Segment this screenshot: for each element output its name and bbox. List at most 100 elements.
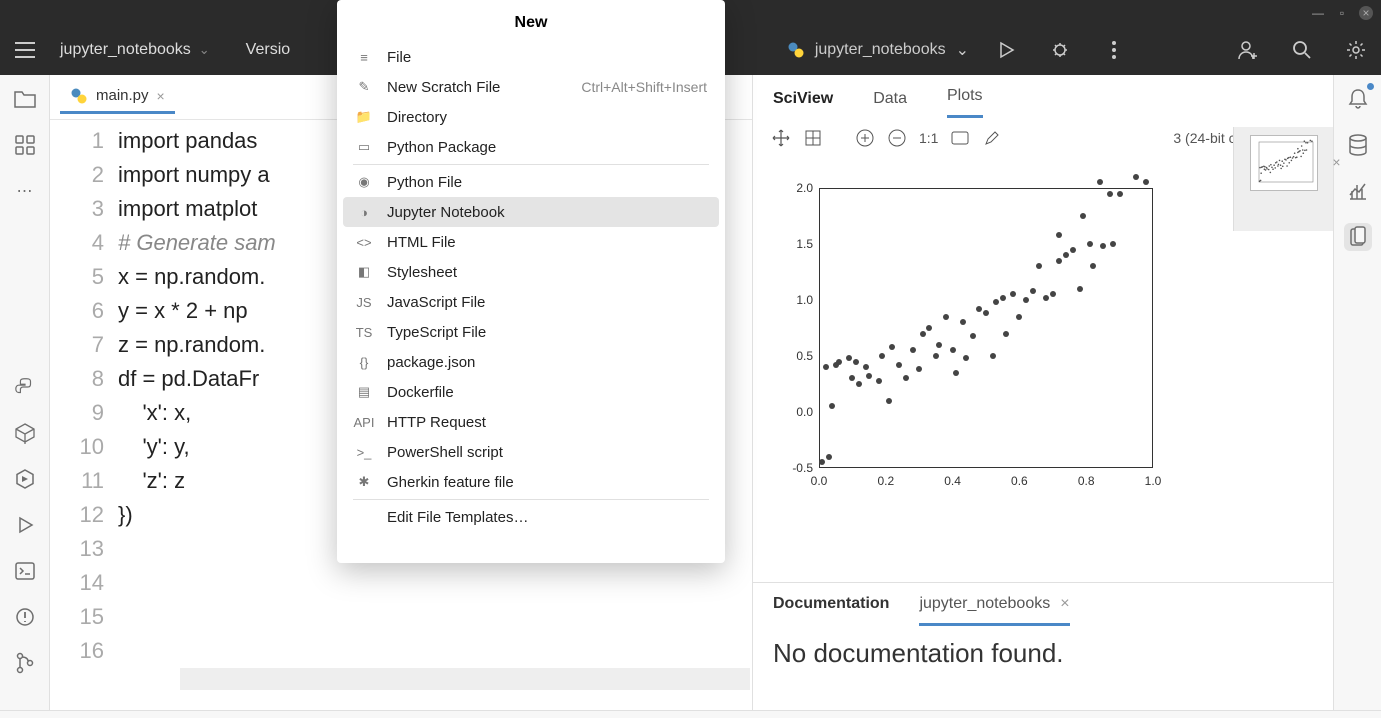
gutter: 12345678910111213141516 <box>50 120 118 710</box>
item-label: TypeScript File <box>387 324 486 341</box>
search-icon[interactable] <box>1285 33 1319 67</box>
structure-icon[interactable] <box>11 131 39 159</box>
item-label: New Scratch File <box>387 79 500 96</box>
fit-icon[interactable] <box>950 128 970 148</box>
minimize-icon[interactable]: — <box>1311 6 1325 20</box>
chart-icon[interactable] <box>1344 177 1372 205</box>
new-item-stylesheet[interactable]: ◧ Stylesheet <box>337 257 725 287</box>
ts-icon: TS <box>355 323 373 341</box>
item-label: Python File <box>387 174 462 191</box>
gherkin-icon: ✱ <box>355 473 373 491</box>
database-icon[interactable] <box>1344 131 1372 159</box>
new-item-powershell-script[interactable]: >_ PowerShell script <box>337 437 725 467</box>
close-icon[interactable]: × <box>1359 6 1373 20</box>
close-icon[interactable]: × <box>157 88 165 104</box>
run-icon[interactable] <box>989 33 1023 67</box>
item-label: Python Package <box>387 139 496 156</box>
play-icon[interactable] <box>11 511 39 539</box>
js-icon: JS <box>355 293 373 311</box>
notifications-icon[interactable] <box>1344 85 1372 113</box>
chevron-down-icon: ⌄ <box>956 40 969 60</box>
new-item-python-package[interactable]: ▭ Python Package <box>337 132 725 162</box>
folder-icon[interactable] <box>11 85 39 113</box>
item-label: Stylesheet <box>387 264 457 281</box>
popup-title: New <box>337 0 725 42</box>
edit-icon[interactable] <box>982 128 1002 148</box>
hamburger-icon[interactable] <box>8 33 42 67</box>
tab-main-py[interactable]: main.py × <box>60 81 175 114</box>
new-item-package-json[interactable]: {} package.json <box>337 347 725 377</box>
debug-icon[interactable] <box>1043 33 1077 67</box>
run-config[interactable]: jupyter_notebooks ⌄ <box>787 40 969 60</box>
item-label: HTTP Request <box>387 414 486 431</box>
python-icon: ◉ <box>355 173 373 191</box>
zoom-in-icon[interactable] <box>855 128 875 148</box>
item-label: Dockerfile <box>387 384 454 401</box>
new-item-typescript-file[interactable]: TS TypeScript File <box>337 317 725 347</box>
python-console-icon[interactable] <box>11 373 39 401</box>
new-item-http-request[interactable]: APIHTTP Request <box>337 407 725 437</box>
left-tool-rail: ⋯ <box>0 75 50 710</box>
html-icon: <> <box>355 233 373 251</box>
popup-list: ≡File✎New Scratch FileCtrl+Alt+Shift+Ins… <box>337 42 725 532</box>
chevron-down-icon: ⌄ <box>199 42 210 58</box>
new-item-jupyter-notebook[interactable]: ◑Jupyter Notebook <box>343 197 719 227</box>
tab-doc-project-label: jupyter_notebooks <box>919 595 1050 613</box>
tab-documentation[interactable]: Documentation <box>773 595 889 626</box>
package-icon: ▭ <box>355 138 373 156</box>
new-item-new-scratch-file[interactable]: ✎New Scratch FileCtrl+Alt+Shift+Insert <box>337 72 725 102</box>
status-bar <box>0 710 1381 718</box>
terminal-icon[interactable] <box>11 557 39 585</box>
git-icon[interactable] <box>11 649 39 677</box>
clipboard-icon[interactable] <box>1344 223 1372 251</box>
tab-data[interactable]: Data <box>873 90 907 118</box>
docker-icon: ▤ <box>355 383 373 401</box>
gear-icon[interactable] <box>1339 33 1373 67</box>
zoom-out-icon[interactable] <box>887 128 907 148</box>
add-user-icon[interactable] <box>1231 33 1265 67</box>
tab-plots[interactable]: Plots <box>947 87 983 118</box>
services-icon[interactable] <box>11 465 39 493</box>
move-icon[interactable] <box>771 128 791 148</box>
run-target-label: jupyter_notebooks <box>815 41 946 59</box>
grid-icon[interactable] <box>803 128 823 148</box>
new-item-javascript-file[interactable]: JS JavaScript File <box>337 287 725 317</box>
tab-doc-project[interactable]: jupyter_notebooks × <box>919 595 1069 626</box>
breadcrumb[interactable]: jupyter_notebooks ⌄ <box>42 41 228 59</box>
new-item-dockerfile[interactable]: ▤ Dockerfile <box>337 377 725 407</box>
more-icon[interactable] <box>1097 33 1131 67</box>
documentation-pane: Documentation jupyter_notebooks × No doc… <box>753 582 1333 710</box>
new-item-edit-file-templates-[interactable]: Edit File Templates… <box>337 502 725 532</box>
sciview-tabs: SciView Data Plots <box>753 75 1333 118</box>
scratch-icon: ✎ <box>355 78 373 96</box>
close-icon[interactable]: × <box>1060 595 1069 613</box>
item-label: Edit File Templates… <box>387 509 528 526</box>
new-item-python-file[interactable]: ◉ Python File <box>337 167 725 197</box>
new-item-file[interactable]: ≡File <box>337 42 725 72</box>
plot-thumbnail[interactable]: × <box>1250 135 1318 191</box>
close-icon[interactable]: × <box>1332 154 1340 170</box>
ps-icon: >_ <box>355 443 373 461</box>
zoom-actual-label[interactable]: 1:1 <box>919 130 938 146</box>
json-icon: {} <box>355 353 373 371</box>
file-icon: ≡ <box>355 48 373 66</box>
tab-label: main.py <box>96 87 149 104</box>
item-label: JavaScript File <box>387 294 485 311</box>
project-name: jupyter_notebooks <box>60 41 191 59</box>
item-label: Gherkin feature file <box>387 474 514 491</box>
new-item-gherkin-feature-file[interactable]: ✱ Gherkin feature file <box>337 467 725 497</box>
item-label: PowerShell script <box>387 444 503 461</box>
maximize-icon[interactable]: ▫ <box>1335 6 1349 20</box>
vcs-menu[interactable]: Versio <box>228 41 308 59</box>
css-icon: ◧ <box>355 263 373 281</box>
folder-icon: 📁 <box>355 108 373 126</box>
new-item-html-file[interactable]: <>HTML File <box>337 227 725 257</box>
packages-icon[interactable] <box>11 419 39 447</box>
item-label: package.json <box>387 354 475 371</box>
problems-icon[interactable] <box>11 603 39 631</box>
more-icon[interactable]: ⋯ <box>11 177 39 205</box>
new-item-directory[interactable]: 📁Directory <box>337 102 725 132</box>
code-highlight <box>180 668 750 690</box>
tab-sciview[interactable]: SciView <box>773 90 833 118</box>
python-icon <box>787 41 805 59</box>
